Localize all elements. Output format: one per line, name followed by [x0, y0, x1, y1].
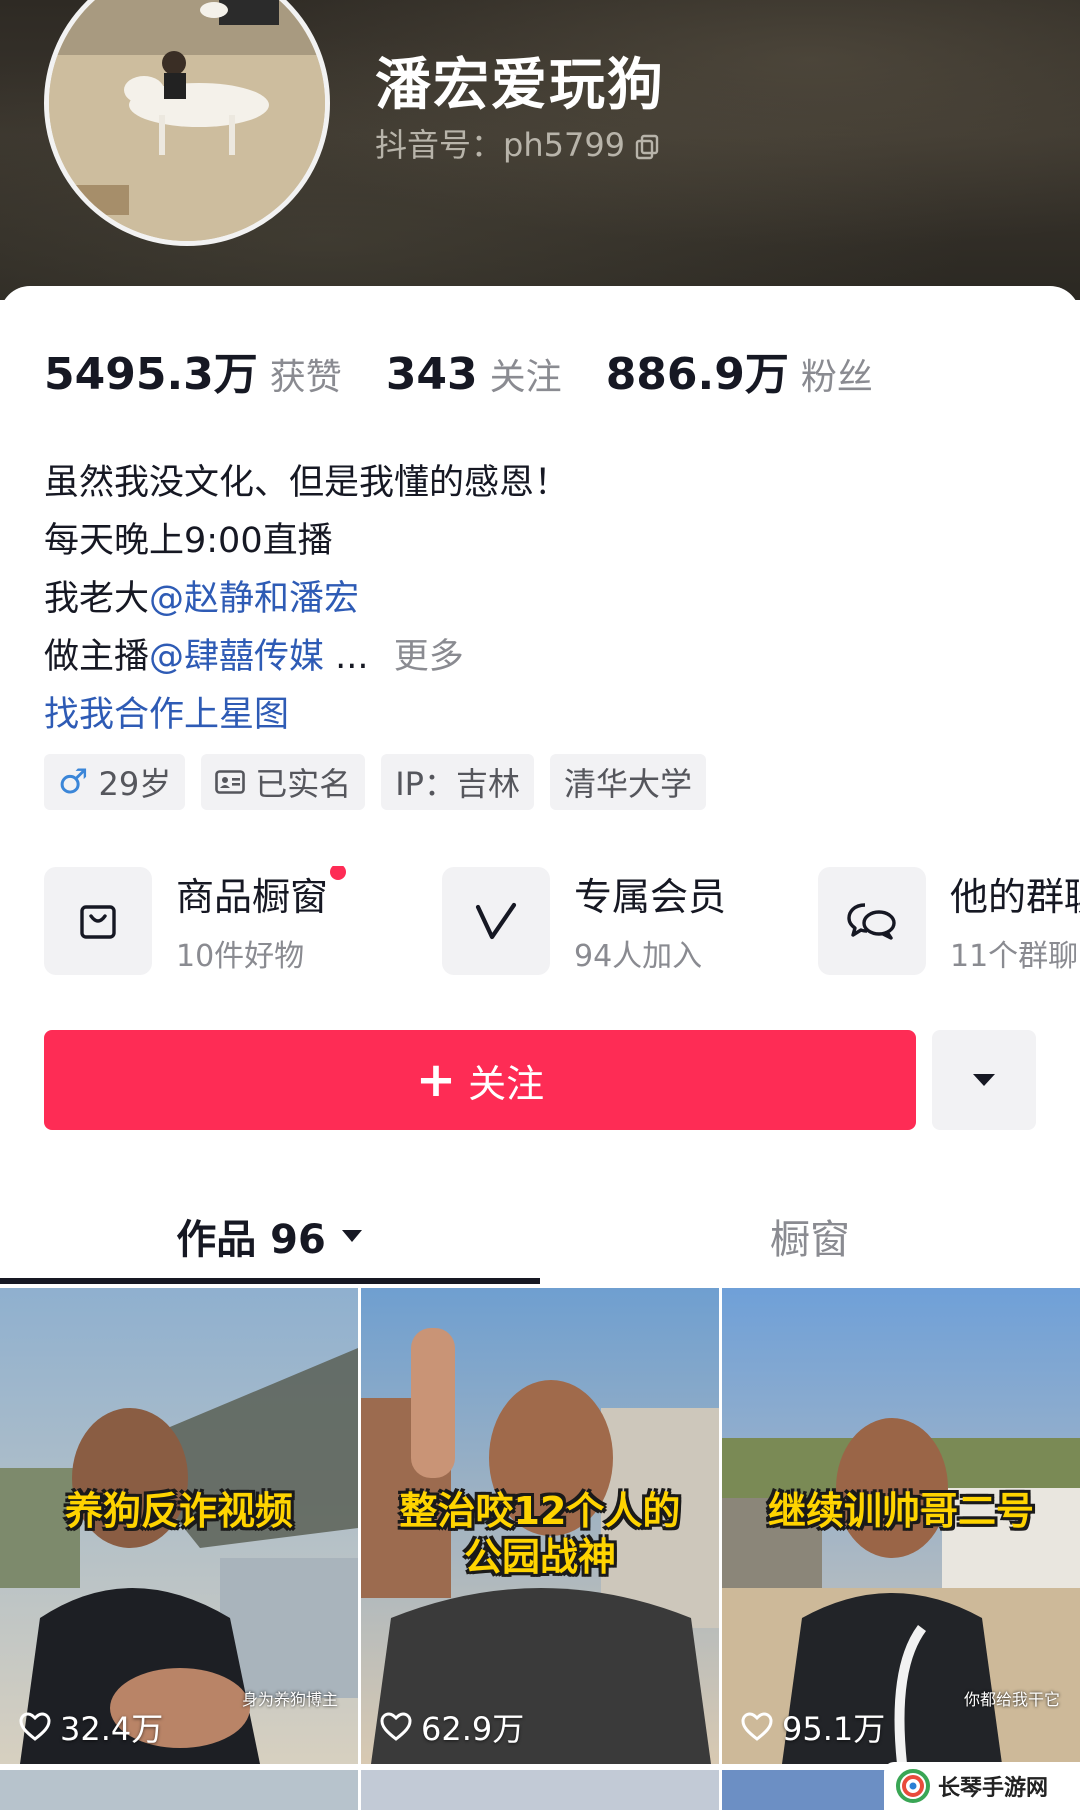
- bio-more-link[interactable]: 更多: [394, 637, 464, 677]
- video-thumb-2[interactable]: 整治咬12个人的 公园战神 62.9万: [361, 1288, 719, 1764]
- heart-icon: [19, 1712, 51, 1741]
- shortcut-group-chat-title: 他的群聊: [950, 875, 1080, 919]
- triangle-down-icon: [973, 1074, 995, 1086]
- video-grid: 养狗反诈视频 身为养狗博主 32.4万 整治咬12个人的 公园战神 62.9万 …: [0, 1288, 1080, 1810]
- video-3-likes: 95.1万: [740, 1704, 885, 1750]
- watermark-text: 长琴手游网: [938, 1776, 1049, 1801]
- video-2-likes: 62.9万: [379, 1704, 524, 1750]
- tab-shop-window[interactable]: 橱窗: [540, 1186, 1080, 1286]
- stats-row: 5495.3万 获赞 343 关注 886.9万 粉丝: [44, 338, 917, 402]
- stat-likes[interactable]: 5495.3万 获赞: [44, 338, 342, 402]
- bio: 虽然我没文化、但是我懂的感恩！ 每天晚上9:00直播 我老大@赵静和潘宏 做主播…: [44, 454, 569, 744]
- v-icon: [442, 866, 550, 975]
- bio-line-1: 虽然我没文化、但是我懂的感恩！: [44, 463, 570, 503]
- stat-followers-label: 粉丝: [800, 357, 873, 398]
- profile-name: 潘宏爱玩狗: [375, 53, 665, 118]
- tag-age: ♂ 29岁: [44, 754, 186, 810]
- watermark-logo-icon: [896, 1769, 930, 1803]
- tab-indicator: [0, 1278, 540, 1284]
- tags-row: ♂ 29岁 已实名 IP：吉林 清华大学: [44, 754, 706, 810]
- video-thumb-3[interactable]: 继续训帅哥二号 你都给我干它 95.1万: [722, 1288, 1080, 1764]
- video-1-likes: 32.4万: [18, 1704, 163, 1750]
- video-thumb-4[interactable]: [0, 1770, 358, 1810]
- shortcuts-row: 商品橱窗 10件好物 专属会员 94人加入 他的群 11个群聊: [44, 866, 1080, 976]
- stat-likes-label: 获赞: [269, 357, 342, 398]
- video-1-subtitle: 身为养狗博主: [241, 1690, 338, 1709]
- video-2-caption-line-2: 公园战神: [463, 1535, 616, 1579]
- video-3-caption: 继续训帅哥二号: [767, 1489, 1034, 1533]
- tag-school[interactable]: 清华大学: [549, 754, 706, 810]
- video-1-likes-count: 32.4万: [60, 1710, 164, 1748]
- stat-followers-value: 886.9万: [605, 349, 789, 400]
- plus-icon: +: [415, 1052, 457, 1108]
- chat-bubbles-icon: [818, 866, 926, 975]
- douyin-id-text: 抖音号：ph5799: [375, 126, 626, 164]
- profile-card: 5495.3万 获赞 343 关注 886.9万 粉丝 虽然我没文化、但是我懂的…: [0, 286, 1080, 1810]
- video-2-caption-line-1: 整治咬12个人的: [399, 1489, 681, 1533]
- tag-verified-text: 已实名: [255, 765, 352, 803]
- tab-works-label: 作品 96: [176, 1217, 326, 1263]
- stat-likes-value: 5495.3万: [44, 349, 258, 400]
- follow-button-label: 关注: [468, 1061, 545, 1106]
- male-icon: ♂: [58, 762, 89, 802]
- profile-header: 潘宏爱玩狗 抖音号：ph5799: [0, 0, 1080, 300]
- tag-verified: 已实名: [201, 754, 366, 810]
- shopping-bag-icon: [44, 866, 152, 975]
- stat-following-label: 关注: [489, 357, 562, 398]
- video-2-caption: 整治咬12个人的 公园战神: [361, 1488, 719, 1580]
- bio-ellipsis: ...: [335, 637, 369, 677]
- video-1-caption: 养狗反诈视频: [64, 1489, 293, 1533]
- content-tabs: 作品 96 橱窗: [0, 1186, 1080, 1286]
- stat-following-value: 343: [385, 349, 478, 400]
- shortcut-shop-sub: 10件好物: [176, 939, 305, 974]
- mention-link-1[interactable]: @赵静和潘宏: [149, 579, 359, 619]
- video-3-subtitle: 你都给我干它: [963, 1690, 1060, 1709]
- shortcut-shop-title-text: 商品橱窗: [176, 875, 329, 919]
- profile-page: 潘宏爱玩狗 抖音号：ph5799 5495.3万 获赞 343 关注 886.9…: [0, 0, 1080, 1810]
- bio-line-4-prefix: 做主播: [44, 637, 150, 677]
- video-thumb-1[interactable]: 养狗反诈视频 身为养狗博主 32.4万: [0, 1288, 358, 1764]
- shortcut-membership-sub: 94人加入: [574, 939, 703, 974]
- tag-age-text: 29岁: [98, 765, 172, 803]
- shortcut-group-chat[interactable]: 他的群聊 11个群聊: [818, 866, 1080, 975]
- notification-dot: [330, 866, 347, 880]
- bio-line-3: 我老大@赵静和潘宏: [44, 570, 569, 628]
- stat-followers[interactable]: 886.9万 粉丝: [606, 338, 873, 402]
- star-map-link[interactable]: 找我合作上星图: [44, 686, 569, 744]
- video-thumb-5[interactable]: [361, 1770, 719, 1810]
- video-2-likes-count: 62.9万: [421, 1710, 525, 1748]
- bio-line-2: 每天晚上9:00直播: [44, 521, 333, 561]
- shortcut-shop-title: 商品橱窗: [176, 866, 347, 921]
- id-card-icon: [215, 770, 246, 794]
- heart-icon: [741, 1712, 773, 1741]
- tag-ip: IP：吉林: [381, 754, 534, 810]
- shortcut-membership-title: 专属会员: [574, 875, 727, 919]
- stat-following[interactable]: 343 关注: [386, 348, 562, 400]
- mention-link-2[interactable]: @肆囍传媒: [149, 637, 324, 677]
- copy-icon[interactable]: [635, 130, 659, 160]
- more-options-button[interactable]: [932, 1030, 1036, 1130]
- video-3-likes-count: 95.1万: [782, 1710, 886, 1748]
- bio-line-4: 做主播@肆囍传媒 ... 更多: [44, 628, 569, 686]
- douyin-id[interactable]: 抖音号：ph5799: [375, 120, 659, 166]
- watermark: 长琴手游网: [884, 1762, 1080, 1810]
- shortcut-group-chat-sub: 11个群聊: [950, 939, 1079, 974]
- caret-down-icon: [341, 1230, 362, 1242]
- follow-button[interactable]: + 关注: [44, 1030, 916, 1130]
- shortcut-shop-window[interactable]: 商品橱窗 10件好物: [44, 866, 347, 975]
- bio-line-3-prefix: 我老大: [44, 579, 150, 619]
- heart-icon: [380, 1712, 412, 1741]
- tab-works[interactable]: 作品 96: [0, 1186, 540, 1286]
- shortcut-membership[interactable]: 专属会员 94人加入: [442, 866, 726, 975]
